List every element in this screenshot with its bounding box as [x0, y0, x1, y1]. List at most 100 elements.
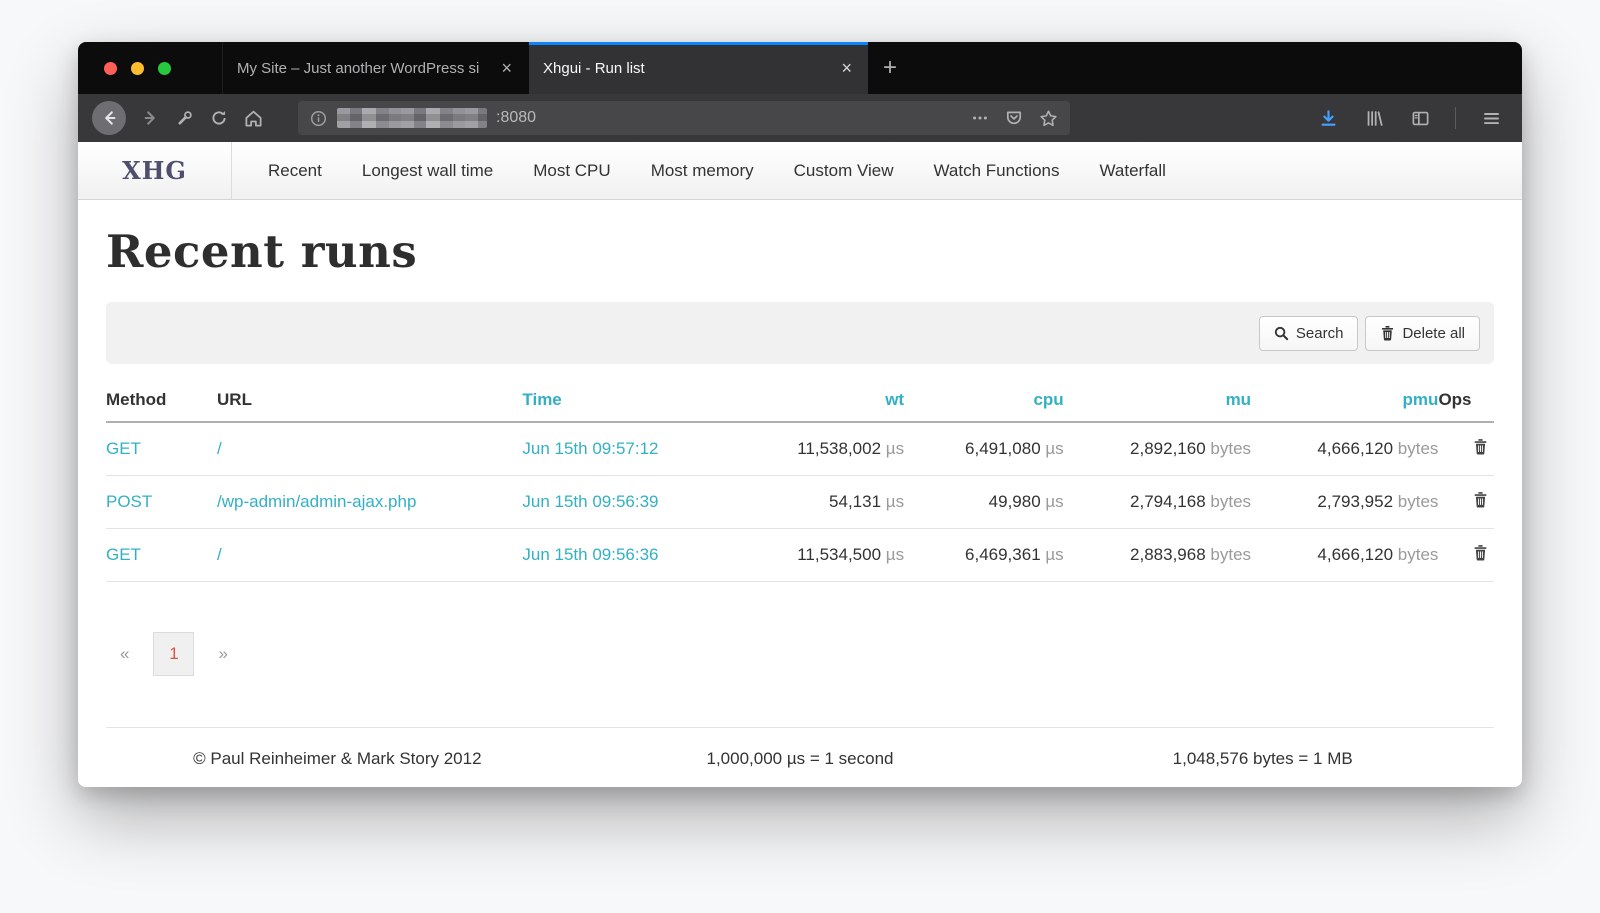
home-icon: [244, 109, 263, 128]
header-url: URL: [217, 380, 522, 422]
nav-item-most-cpu[interactable]: Most CPU: [513, 142, 630, 199]
close-tab-icon[interactable]: ×: [839, 58, 854, 79]
wt-unit: µs: [886, 545, 904, 564]
run-time-link[interactable]: Jun 15th 09:56:36: [522, 545, 658, 564]
actions-bar: Search Delete all: [106, 302, 1494, 364]
run-time-link[interactable]: Jun 15th 09:57:12: [522, 439, 658, 458]
brand-box[interactable]: XHG: [78, 142, 232, 199]
table-row: GET / Jun 15th 09:57:12 11,538,002 µs 6,…: [106, 422, 1494, 476]
wt-unit: µs: [886, 439, 904, 458]
close-tab-icon[interactable]: ×: [499, 58, 514, 79]
run-time-link[interactable]: Jun 15th 09:56:39: [522, 492, 658, 511]
search-button-label: Search: [1296, 325, 1344, 342]
nav-item-recent[interactable]: Recent: [248, 142, 342, 199]
pmu-unit: bytes: [1398, 492, 1439, 511]
pmu-unit: bytes: [1398, 439, 1439, 458]
zoom-window-button[interactable]: [158, 62, 171, 75]
delete-all-button[interactable]: Delete all: [1365, 316, 1480, 351]
trash-icon: [1380, 325, 1395, 341]
minimize-window-button[interactable]: [131, 62, 144, 75]
page-actions-icon[interactable]: [971, 109, 989, 127]
tab-wordpress-site[interactable]: My Site – Just another WordPress si ×: [222, 42, 528, 94]
forward-button[interactable]: [134, 101, 168, 135]
footer-bytes-note: 1,048,576 bytes = 1 MB: [1031, 749, 1494, 769]
hamburger-icon: [1482, 109, 1501, 128]
nav-item-custom-view[interactable]: Custom View: [774, 142, 914, 199]
cpu-value: 6,491,080: [965, 439, 1041, 458]
tools-button[interactable]: [168, 101, 202, 135]
run-method-link[interactable]: GET: [106, 439, 141, 458]
address-bar[interactable]: :8080: [298, 101, 1070, 135]
header-mu-sort[interactable]: mu: [1064, 380, 1251, 422]
trash-icon: [1473, 438, 1488, 455]
run-url-link[interactable]: /: [217, 439, 222, 458]
mu-value: 2,883,968: [1130, 545, 1206, 564]
xhgui-logo: XHG: [122, 156, 187, 185]
window-controls: [78, 42, 222, 94]
pagination-next[interactable]: »: [204, 634, 241, 674]
delete-all-button-label: Delete all: [1402, 325, 1465, 342]
pmu-unit: bytes: [1398, 545, 1439, 564]
run-url-link[interactable]: /wp-admin/admin-ajax.php: [217, 492, 416, 511]
mu-value: 2,794,168: [1130, 492, 1206, 511]
download-icon: [1319, 109, 1338, 128]
nav-menu: Recent Longest wall time Most CPU Most m…: [232, 142, 1186, 199]
run-method-link[interactable]: POST: [106, 492, 152, 511]
menu-button[interactable]: [1474, 101, 1508, 135]
run-method-link[interactable]: GET: [106, 545, 141, 564]
pagination-prev[interactable]: «: [106, 634, 143, 674]
site-info-icon[interactable]: [310, 110, 327, 127]
table-header-row: Method URL Time wt cpu mu pmu Ops: [106, 380, 1494, 422]
runs-table: Method URL Time wt cpu mu pmu Ops GET /: [106, 380, 1494, 582]
xhgui-page: XHG Recent Longest wall time Most CPU Mo…: [78, 142, 1522, 787]
nav-item-longest-wall-time[interactable]: Longest wall time: [342, 142, 513, 199]
site-navbar: XHG Recent Longest wall time Most CPU Mo…: [78, 142, 1522, 200]
wt-unit: µs: [886, 492, 904, 511]
search-button[interactable]: Search: [1259, 316, 1359, 351]
cpu-unit: µs: [1045, 545, 1063, 564]
nav-item-watch-functions[interactable]: Watch Functions: [914, 142, 1080, 199]
mu-unit: bytes: [1210, 545, 1251, 564]
footer-time-note: 1,000,000 µs = 1 second: [569, 749, 1032, 769]
reload-icon: [210, 109, 228, 127]
home-button[interactable]: [236, 101, 270, 135]
browser-window: My Site – Just another WordPress si × Xh…: [78, 42, 1522, 787]
pagination-page-1[interactable]: 1: [153, 632, 194, 676]
nav-item-most-memory[interactable]: Most memory: [631, 142, 774, 199]
delete-run-button[interactable]: [1473, 491, 1488, 508]
wt-value: 54,131: [829, 492, 881, 511]
tab-title: My Site – Just another WordPress si: [237, 60, 491, 77]
mu-unit: bytes: [1210, 439, 1251, 458]
pmu-value: 2,793,952: [1317, 492, 1393, 511]
delete-run-button[interactable]: [1473, 544, 1488, 561]
pocket-icon[interactable]: [1005, 109, 1023, 127]
nav-item-waterfall[interactable]: Waterfall: [1079, 142, 1185, 199]
tab-title: Xhgui - Run list: [543, 60, 831, 77]
close-window-button[interactable]: [104, 62, 117, 75]
header-time-sort[interactable]: Time: [522, 380, 751, 422]
delete-run-button[interactable]: [1473, 438, 1488, 455]
downloads-button[interactable]: [1311, 101, 1345, 135]
tab-bar: My Site – Just another WordPress si × Xh…: [78, 42, 1522, 94]
browser-toolbar: :8080: [78, 94, 1522, 142]
site-footer: © Paul Reinheimer & Mark Story 2012 1,00…: [106, 727, 1494, 787]
header-wt-sort[interactable]: wt: [751, 380, 904, 422]
library-button[interactable]: [1357, 101, 1391, 135]
header-cpu-sort[interactable]: cpu: [904, 380, 1064, 422]
tab-xhgui-run-list[interactable]: Xhgui - Run list ×: [528, 42, 868, 94]
header-pmu-sort[interactable]: pmu: [1251, 380, 1438, 422]
cpu-unit: µs: [1045, 492, 1063, 511]
sidebar-button[interactable]: [1403, 101, 1437, 135]
pagination: « 1 »: [106, 632, 1494, 676]
reload-button[interactable]: [202, 101, 236, 135]
page-title: Recent runs: [106, 225, 1494, 278]
back-button[interactable]: [92, 101, 126, 135]
pmu-value: 4,666,120: [1317, 545, 1393, 564]
redacted-url-host: [337, 108, 487, 128]
run-url-link[interactable]: /: [217, 545, 222, 564]
cpu-value: 49,980: [989, 492, 1041, 511]
bookmark-star-icon[interactable]: [1039, 109, 1058, 128]
url-port-text: :8080: [496, 109, 971, 127]
new-tab-button[interactable]: +: [868, 42, 912, 94]
header-ops: Ops: [1438, 380, 1494, 422]
